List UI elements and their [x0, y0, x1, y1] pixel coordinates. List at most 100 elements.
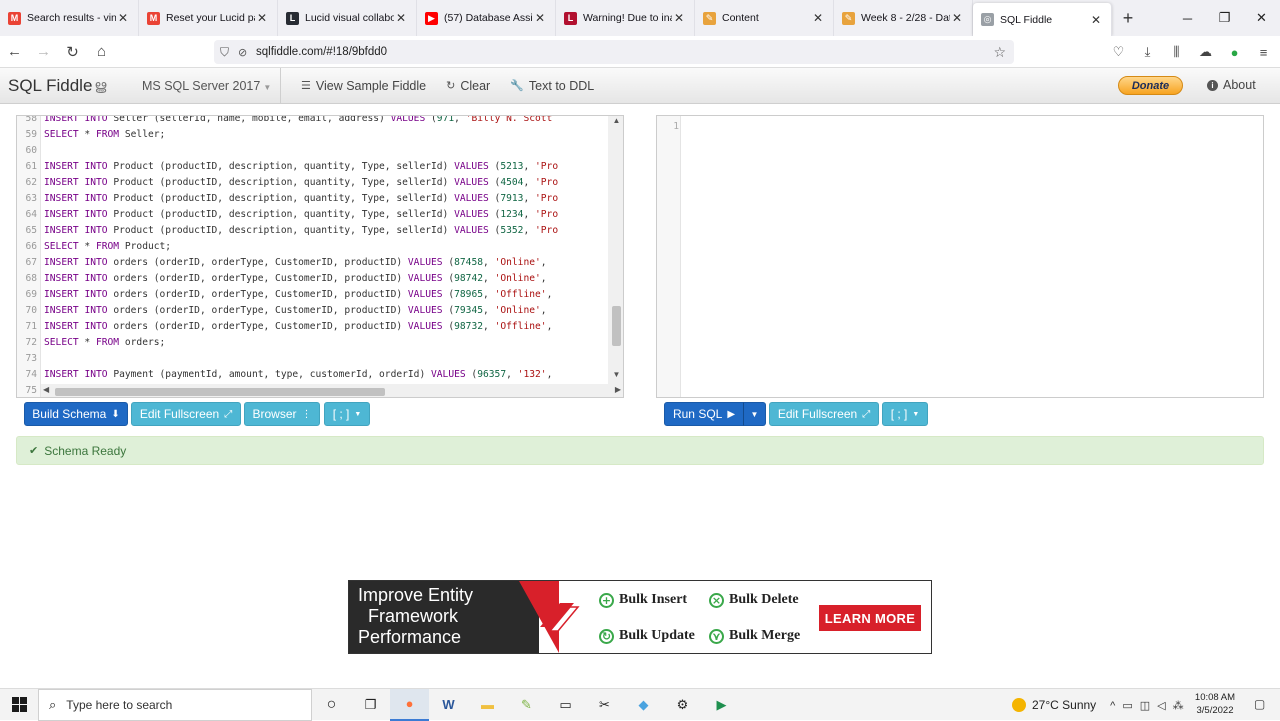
- menu-icon[interactable]: ≡: [1249, 45, 1278, 60]
- code-line[interactable]: 64 INSERT INTO Product (productID, descri…: [17, 207, 608, 223]
- database-selector[interactable]: MS SQL Server 2017 ▼: [142, 79, 272, 93]
- close-tab-icon[interactable]: ✕: [255, 11, 269, 25]
- run-sql-dropdown[interactable]: ▼: [743, 402, 766, 426]
- code-text[interactable]: INSERT INTO Product (productID, descript…: [41, 175, 558, 191]
- browser-tab[interactable]: M Reset your Lucid password✕: [139, 0, 278, 36]
- page-info-icon[interactable]: ⊘: [238, 46, 256, 59]
- browser-tab[interactable]: ▶ (57) Database Assignment✕: [417, 0, 556, 36]
- horizontal-scrollbar[interactable]: ◀ ▶: [41, 384, 623, 397]
- code-line[interactable]: 72 SELECT * FROM orders;: [17, 335, 608, 351]
- tracking-shield-icon[interactable]: ⛉: [220, 45, 238, 60]
- clear-link[interactable]: ↻ Clear: [446, 79, 490, 93]
- new-tab-button[interactable]: +: [1112, 0, 1144, 36]
- query-editor[interactable]: 1: [656, 115, 1264, 398]
- advertisement-banner[interactable]: Improve Entity Framework Performance + Bu…: [348, 580, 932, 654]
- horizontal-scroll-thumb[interactable]: [55, 388, 385, 396]
- bookmark-star-icon[interactable]: ☆: [993, 44, 1006, 61]
- notepad-plus-icon[interactable]: ✎: [507, 689, 546, 721]
- about-link[interactable]: i About: [1207, 78, 1256, 92]
- address-bar[interactable]: ⛉ ⊘ sqlfiddle.com/#!18/9bfdd0 ☆: [214, 40, 1014, 64]
- view-sample-fiddle-link[interactable]: ☰ View Sample Fiddle: [301, 79, 426, 93]
- schema-editor[interactable]: 58 INSERT INTO Seller (sellerId, name, mo…: [16, 115, 624, 398]
- scroll-down-icon[interactable]: ▼: [608, 370, 623, 384]
- vertical-scroll-thumb[interactable]: [612, 306, 621, 346]
- scroll-left-icon[interactable]: ◀: [43, 385, 49, 394]
- code-text[interactable]: INSERT INTO orders (orderID, orderType, …: [41, 303, 552, 319]
- browser-tab[interactable]: L Lucid visual collaboration✕: [278, 0, 417, 36]
- sync-icon[interactable]: ☁: [1191, 44, 1220, 60]
- code-text[interactable]: SELECT * FROM orders;: [41, 335, 165, 351]
- donate-button[interactable]: Donate: [1118, 76, 1183, 95]
- network-app-icon[interactable]: ⚙: [663, 689, 702, 721]
- code-text[interactable]: INSERT INTO Product (productID, descript…: [41, 207, 558, 223]
- cortana-icon[interactable]: ○: [312, 689, 351, 721]
- code-line[interactable]: 66 SELECT * FROM Product;: [17, 239, 608, 255]
- code-text[interactable]: INSERT INTO Seller (sellerId, name, mobi…: [41, 116, 552, 127]
- code-line[interactable]: 69 INSERT INTO orders (orderID, orderType…: [17, 287, 608, 303]
- code-text[interactable]: SELECT * FROM Seller;: [41, 127, 165, 143]
- scroll-up-icon[interactable]: ▲: [608, 116, 623, 130]
- code-text[interactable]: [41, 143, 44, 159]
- code-text[interactable]: SELECT * FROM Product;: [41, 239, 171, 255]
- firefox-icon[interactable]: ●: [390, 688, 429, 721]
- browser-tab[interactable]: L Warning! Due to inactivity✕: [556, 0, 695, 36]
- delimiter-right-button[interactable]: [ ; ] ▼: [882, 402, 928, 426]
- downloads-icon[interactable]: ⤓: [1133, 44, 1162, 60]
- terminal-icon[interactable]: ▭: [546, 689, 585, 721]
- word-icon[interactable]: W: [429, 689, 468, 721]
- code-line[interactable]: 59 SELECT * FROM Seller;: [17, 127, 608, 143]
- file-explorer-icon[interactable]: ▬: [468, 689, 507, 721]
- code-line[interactable]: 74 INSERT INTO Payment (paymentId, amount…: [17, 367, 608, 383]
- scroll-right-icon[interactable]: ▶: [615, 385, 621, 394]
- restore-icon[interactable]: ❐: [1206, 0, 1243, 36]
- notifications-icon[interactable]: ▢: [1254, 697, 1265, 711]
- snipping-tool-icon[interactable]: ✂: [585, 689, 624, 721]
- browser-tab[interactable]: ✎ Content ✕: [695, 0, 834, 36]
- code-line[interactable]: 58 INSERT INTO Seller (sellerId, name, mo…: [17, 116, 608, 127]
- schema-code[interactable]: 58 INSERT INTO Seller (sellerId, name, mo…: [17, 116, 608, 397]
- close-tab-icon[interactable]: ✕: [811, 11, 825, 25]
- vertical-scrollbar[interactable]: ▲ ▼: [608, 116, 623, 384]
- library-icon[interactable]: ⫼: [1162, 44, 1191, 60]
- code-text[interactable]: INSERT INTO Product (productID, descript…: [41, 223, 558, 239]
- text-to-ddl-link[interactable]: 🔧 Text to DDL: [510, 79, 594, 93]
- forward-icon[interactable]: →: [29, 43, 58, 60]
- app-icon[interactable]: ◆: [624, 689, 663, 721]
- code-text[interactable]: INSERT INTO orders (orderID, orderType, …: [41, 255, 552, 271]
- pocket-icon[interactable]: ♡: [1104, 44, 1133, 60]
- back-icon[interactable]: ←: [0, 43, 29, 60]
- code-line[interactable]: 67 INSERT INTO orders (orderID, orderType…: [17, 255, 608, 271]
- taskbar-clock[interactable]: 10:08 AM 3/5/2022: [1190, 691, 1240, 717]
- delimiter-button[interactable]: [ ; ] ▼: [324, 402, 370, 426]
- code-text[interactable]: INSERT INTO orders (orderID, orderType, …: [41, 271, 552, 287]
- close-tab-icon[interactable]: ✕: [116, 11, 130, 25]
- code-line[interactable]: 68 INSERT INTO orders (orderID, orderType…: [17, 271, 608, 287]
- taskbar-search[interactable]: ⌕ Type here to search: [38, 688, 312, 721]
- extension-icon[interactable]: ●: [1220, 45, 1249, 60]
- build-schema-button[interactable]: Build Schema ⬇: [24, 402, 128, 426]
- code-line[interactable]: 70 INSERT INTO orders (orderID, orderType…: [17, 303, 608, 319]
- code-text[interactable]: INSERT INTO Payment (paymentId, amount, …: [41, 367, 552, 383]
- task-view-icon[interactable]: ❐: [351, 689, 390, 721]
- code-text[interactable]: [41, 351, 44, 367]
- code-line[interactable]: 63 INSERT INTO Product (productID, descri…: [17, 191, 608, 207]
- close-tab-icon[interactable]: ✕: [672, 11, 686, 25]
- browser-tab[interactable]: ✎ Week 8 - 2/28 - Database✕: [834, 0, 973, 36]
- reload-icon[interactable]: ↻: [58, 43, 87, 61]
- code-line[interactable]: 60: [17, 143, 608, 159]
- code-line[interactable]: 65 INSERT INTO Product (productID, descri…: [17, 223, 608, 239]
- code-text[interactable]: INSERT INTO orders (orderID, orderType, …: [41, 319, 552, 335]
- run-sql-button[interactable]: Run SQL ▶: [664, 402, 744, 426]
- brand-logo[interactable]: SQL Fiddle ൠ: [8, 76, 120, 96]
- minimize-icon[interactable]: ─: [1169, 0, 1206, 36]
- code-line[interactable]: 61 INSERT INTO Product (productID, descri…: [17, 159, 608, 175]
- close-tab-icon[interactable]: ✕: [950, 11, 964, 25]
- url-text[interactable]: sqlfiddle.com/#!18/9bfdd0: [256, 46, 387, 58]
- code-text[interactable]: INSERT INTO Product (productID, descript…: [41, 159, 558, 175]
- browser-button[interactable]: Browser ⋮: [244, 402, 320, 426]
- close-window-icon[interactable]: ✕: [1243, 0, 1280, 36]
- weather-text[interactable]: 27°C Sunny: [1032, 698, 1096, 712]
- learn-more-button[interactable]: LEARN MORE: [819, 605, 921, 631]
- system-tray-icons[interactable]: ^▭◫◁⁂: [1110, 699, 1190, 712]
- close-tab-icon[interactable]: ✕: [1089, 13, 1103, 27]
